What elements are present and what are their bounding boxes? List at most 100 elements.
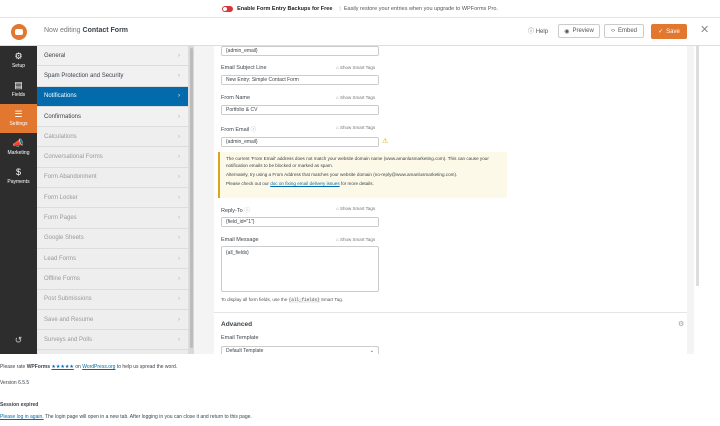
chevron-right-icon: › xyxy=(178,113,180,120)
chevron-right-icon: › xyxy=(178,215,180,222)
megaphone-icon: 📣 xyxy=(12,138,25,148)
template-select[interactable]: Default Template ⌄ xyxy=(221,346,379,354)
alert-text-1: The current 'From Email' address does no… xyxy=(226,156,489,168)
nav-label: Payments xyxy=(7,179,30,185)
email-delivery-doc-link[interactable]: doc on fixing email delivery issues xyxy=(270,181,339,186)
rate-pre: Please rate xyxy=(0,364,26,370)
help-icon: ⓘ xyxy=(528,29,535,35)
chevron-right-icon: › xyxy=(178,255,180,262)
message-textarea[interactable]: {all_fields} xyxy=(221,246,379,292)
hint-pre: To display all form fields, use the xyxy=(221,297,288,302)
panel-item[interactable]: Confirmations › xyxy=(37,106,188,128)
advanced-heading[interactable]: Advanced xyxy=(221,321,252,328)
smart-tags-link[interactable]: ⌂ Show Smart Tags xyxy=(336,65,375,70)
panel-item[interactable]: Surveys and Polls › xyxy=(37,330,188,351)
dollar-icon: $ xyxy=(15,167,21,177)
panel-item-label: Notifications xyxy=(44,93,77,100)
panel-item[interactable]: General › xyxy=(37,46,188,67)
editing-title: Now editing Contact Form xyxy=(44,27,128,34)
question-icon: ⓘ xyxy=(250,127,257,133)
from-email-label-text: From Email xyxy=(221,127,250,133)
smart-tags-link[interactable]: ⌂ Show Smart Tags xyxy=(336,237,375,242)
close-icon[interactable]: ✕ xyxy=(700,23,709,36)
chevron-right-icon: › xyxy=(178,235,180,242)
panel-item-label: Post Submissions xyxy=(44,296,92,303)
panel-item[interactable]: Lead Forms › xyxy=(37,248,188,270)
smart-tags-link[interactable]: ⌂ Show Smart Tags xyxy=(336,206,375,211)
nav-settings[interactable]: ☰ Settings xyxy=(0,104,37,133)
smart-tags-text: Show Smart Tags xyxy=(339,125,376,130)
save-button[interactable]: ✓ Save xyxy=(651,24,687,39)
chevron-right-icon: › xyxy=(178,72,180,79)
help-button[interactable]: ⓘ Help xyxy=(528,26,548,35)
nav-label: Settings xyxy=(9,121,28,127)
smart-tags-link[interactable]: ⌂ Show Smart Tags xyxy=(336,95,375,100)
template-label: Email Template xyxy=(221,335,259,341)
panel-item[interactable]: Calculations › xyxy=(37,127,188,148)
star-rating-link[interactable]: ★★★★★ xyxy=(51,364,73,370)
advanced-toggle-icon[interactable]: ⚙ xyxy=(678,320,684,328)
message-hint: To display all form fields, use the {all… xyxy=(221,297,343,303)
chevron-right-icon: › xyxy=(178,154,180,161)
panel-item[interactable]: Save and Resume › xyxy=(37,309,188,331)
embed-button[interactable]: ‹› Embed xyxy=(604,24,644,38)
to-email-input[interactable]: {admin_email} xyxy=(221,46,379,56)
save-label: Save xyxy=(666,28,680,35)
chevron-right-icon: › xyxy=(178,133,180,140)
content-scrollbar[interactable] xyxy=(694,46,720,354)
builder-header: Now editing Contact Form ⓘ Help ◉ Preview… xyxy=(0,18,720,46)
backup-toggle[interactable] xyxy=(222,5,234,12)
panel-item-label: Spam Protection and Security xyxy=(44,72,124,79)
chevron-right-icon: › xyxy=(178,336,180,343)
panel-item-label: Surveys and Polls xyxy=(44,336,93,343)
section-divider xyxy=(214,312,687,313)
rate-brand: WPForms xyxy=(26,364,51,370)
from-name-label: From Name xyxy=(221,95,251,101)
banner-label: Enable Form Entry Backups for Free xyxy=(237,5,333,12)
panel-item[interactable]: Form Locker › xyxy=(37,188,188,209)
session-text: The login page will open in a new tab. A… xyxy=(44,414,252,420)
panel-item[interactable]: Post Submissions › xyxy=(37,289,188,310)
nav-fields[interactable]: ▤ Fields xyxy=(0,75,37,104)
panel-item-label: Form Locker xyxy=(44,194,78,201)
panel-item[interactable]: Notifications › xyxy=(37,86,188,107)
panel-item[interactable]: Google Sheets › xyxy=(37,228,188,249)
chevron-right-icon: › xyxy=(178,194,180,201)
nav-label: Fields xyxy=(11,92,26,98)
reply-to-input[interactable]: {field_id="1"} xyxy=(221,217,379,227)
panel-item-label: Google Sheets xyxy=(44,235,84,242)
bear-logo-icon xyxy=(10,24,27,40)
panel-item-label: Conversational Forms xyxy=(44,154,103,161)
from-email-input[interactable]: {admin_email} xyxy=(221,137,379,147)
from-email-label: From Email ⓘ xyxy=(221,125,256,133)
hint-code: {all_fields} xyxy=(288,298,320,303)
panel-item[interactable]: Form Abandonment › xyxy=(37,167,188,189)
smart-tags-link[interactable]: ⌂ Show Smart Tags xyxy=(336,125,375,130)
panel-item-label: Confirmations xyxy=(44,113,82,120)
message-label: Email Message xyxy=(221,237,259,243)
admin-footer: Please rate WPForms ★★★★★ on WordPress.o… xyxy=(0,354,720,426)
history-icon[interactable]: ↺ xyxy=(0,335,37,346)
panel-item[interactable]: Conversational Forms › xyxy=(37,147,188,168)
nav-payments[interactable]: $ Payments xyxy=(0,162,37,191)
wordpress-org-link[interactable]: WordPress.org xyxy=(82,364,115,370)
form-name: Contact Form xyxy=(82,27,129,34)
panel-item[interactable]: Offline Forms › xyxy=(37,269,188,290)
banner-text: Easily restore your entries when you upg… xyxy=(343,5,498,12)
smart-tags-text: Show Smart Tags xyxy=(339,206,376,211)
panel-item-label: Lead Forms xyxy=(44,255,77,262)
rating-line: Please rate WPForms ★★★★★ on WordPress.o… xyxy=(0,364,177,370)
reply-to-label-text: Reply-To xyxy=(221,208,243,214)
subject-input[interactable]: New Entry: Simple Contact Form xyxy=(221,75,379,85)
nav-marketing[interactable]: 📣 Marketing xyxy=(0,133,37,162)
panel-item[interactable]: Form Pages › xyxy=(37,208,188,229)
from-name-input[interactable]: Portfolio & CV xyxy=(221,105,379,115)
preview-button[interactable]: ◉ Preview xyxy=(558,24,600,38)
subject-label: Email Subject Line xyxy=(221,65,267,71)
alert-pre: Please check out our xyxy=(226,180,269,186)
from-email-warning: The current 'From Email' address does no… xyxy=(218,152,507,198)
panel-item[interactable]: Spam Protection and Security › xyxy=(37,66,188,87)
log-in-again-link[interactable]: Please log in again. xyxy=(0,414,44,420)
nav-setup[interactable]: ⚙ Setup xyxy=(0,46,37,75)
smart-tags-text: Show Smart Tags xyxy=(339,237,376,242)
